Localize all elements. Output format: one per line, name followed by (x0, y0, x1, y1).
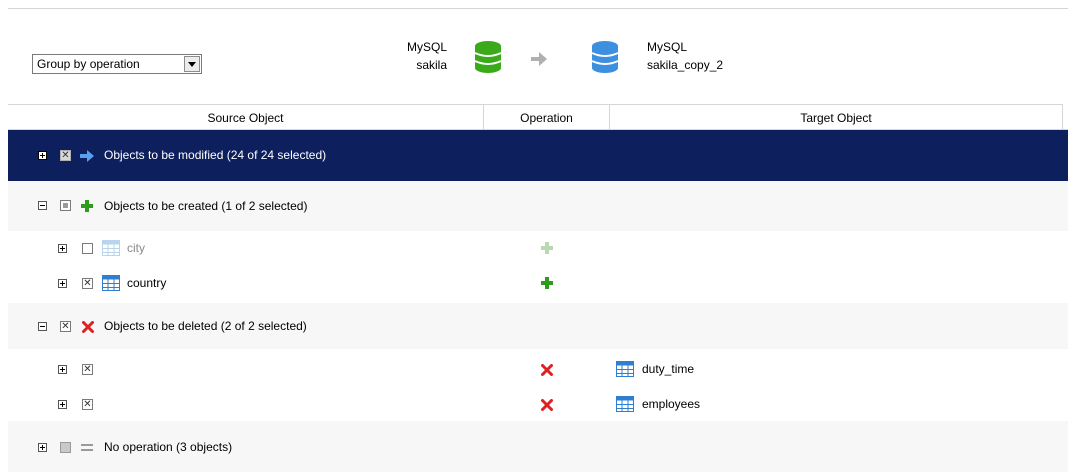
group-label-no-operation: No operation (3 objects) (104, 440, 233, 454)
table-icon (616, 396, 634, 412)
create-plus-icon (541, 277, 553, 289)
target-server: MySQL (647, 40, 688, 54)
expand-icon[interactable] (58, 244, 67, 253)
delete-x-icon (82, 321, 94, 333)
group-row-created[interactable]: Objects to be created (1 of 2 selected) (8, 181, 1068, 231)
source-database-icon (474, 41, 502, 73)
table-icon (102, 275, 120, 291)
target-schema: sakila_copy_2 (647, 58, 724, 72)
checkbox-duty-time[interactable]: ✕ (82, 364, 93, 375)
target-object-name: duty_time (642, 362, 695, 376)
table-row[interactable]: city (8, 231, 1068, 267)
object-name: city (127, 241, 145, 255)
checkbox-deleted[interactable]: ✕ (60, 321, 71, 332)
modify-arrow-icon (80, 150, 94, 162)
column-header-operation[interactable]: Operation (484, 104, 610, 130)
expand-icon[interactable] (38, 151, 47, 160)
checkbox-created[interactable] (60, 200, 71, 211)
checkbox-country[interactable]: ✕ (82, 278, 93, 289)
create-plus-icon (81, 200, 93, 212)
checkbox-city[interactable] (82, 243, 93, 254)
group-row-modified[interactable]: ✕ Objects to be modified (24 of 24 selec… (8, 130, 1068, 181)
collapse-icon[interactable] (38, 322, 47, 331)
top-divider (8, 8, 1068, 9)
group-row-deleted[interactable]: ✕ Objects to be deleted (2 of 2 selected… (8, 303, 1068, 349)
group-label-created: Objects to be created (1 of 2 selected) (104, 199, 308, 213)
group-label-deleted: Objects to be deleted (2 of 2 selected) (104, 319, 307, 333)
delete-x-icon (541, 399, 553, 411)
table-icon (616, 361, 634, 377)
target-label: MySQL sakila_copy_2 (647, 38, 723, 74)
table-row[interactable]: ✕ duty_time (8, 349, 1068, 385)
direction-arrow-icon (531, 52, 547, 66)
delete-x-icon (541, 364, 553, 376)
checkbox-no-operation[interactable] (60, 442, 71, 453)
group-by-value: Group by operation (37, 57, 140, 71)
column-header-target[interactable]: Target Object (610, 104, 1063, 130)
source-server: MySQL (406, 40, 447, 54)
expand-icon[interactable] (58, 365, 67, 374)
source-label: MySQL sakila (407, 38, 447, 74)
object-name: country (127, 276, 167, 290)
group-row-no-operation[interactable]: No operation (3 objects) (8, 421, 1068, 472)
checkbox-modified[interactable]: ✕ (60, 150, 71, 161)
create-plus-icon (541, 242, 553, 254)
dropdown-arrow-icon[interactable] (184, 56, 200, 72)
target-object-name: employees (642, 397, 701, 411)
expand-icon[interactable] (38, 443, 47, 452)
group-label-modified: Objects to be modified (24 of 24 selecte… (104, 148, 327, 162)
equals-icon (81, 444, 93, 451)
group-by-dropdown[interactable]: Group by operation (32, 54, 202, 74)
collapse-icon[interactable] (38, 201, 47, 210)
column-header-source[interactable]: Source Object (8, 104, 484, 130)
source-schema: sakila (416, 58, 447, 72)
target-database-icon (591, 41, 619, 73)
expand-icon[interactable] (58, 400, 67, 409)
table-row[interactable]: ✕ employees (8, 385, 1068, 421)
expand-icon[interactable] (58, 279, 67, 288)
table-row[interactable]: ✕ country (8, 267, 1068, 303)
table-icon (102, 240, 120, 256)
checkbox-employees[interactable]: ✕ (82, 399, 93, 410)
